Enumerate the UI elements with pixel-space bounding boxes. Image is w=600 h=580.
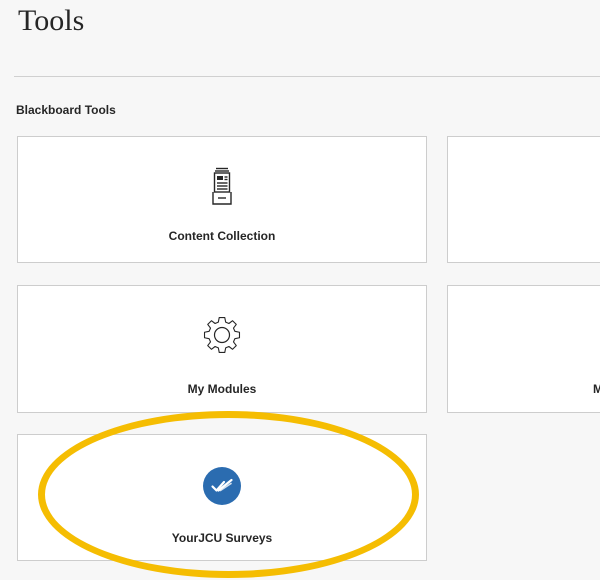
tile-label-tool-4: M	[593, 382, 600, 396]
gear-icon	[203, 316, 241, 359]
section-heading: Blackboard Tools	[16, 103, 116, 117]
tile-label-content-collection: Content Collection	[168, 229, 276, 243]
tile-label-my-modules: My Modules	[187, 382, 257, 396]
survey-check-icon	[203, 467, 241, 510]
tools-page: Tools Blackboard Tools Content Collectio…	[0, 0, 600, 580]
tile-content-collection[interactable]: Content Collection	[17, 136, 427, 263]
content-collection-icon	[212, 167, 232, 210]
tile-yourjcu-surveys[interactable]: YourJCU Surveys	[17, 434, 427, 561]
title-divider	[14, 76, 600, 77]
page-title: Tools	[18, 4, 85, 37]
tile-my-modules[interactable]: My Modules	[17, 285, 427, 413]
tile-tool-4[interactable]: M	[447, 285, 600, 413]
tile-label-yourjcu-surveys: YourJCU Surveys	[171, 531, 273, 545]
tile-tool-2[interactable]	[447, 136, 600, 263]
